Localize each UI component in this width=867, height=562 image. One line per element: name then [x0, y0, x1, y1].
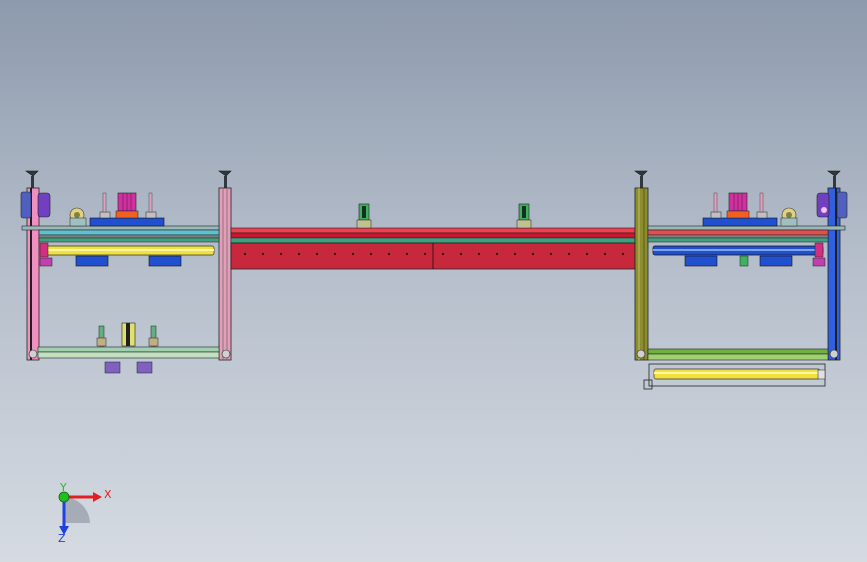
- right-blue-block-2[interactable]: [759, 255, 793, 267]
- beam-bolt-hole: [351, 252, 355, 256]
- beam-bolt-hole: [243, 252, 247, 256]
- beam-bolt-hole: [531, 252, 535, 256]
- left-carriage[interactable]: [69, 192, 165, 227]
- right-module[interactable]: [634, 170, 848, 390]
- beam-bolt-hole: [333, 252, 337, 256]
- left-lower-pad-2: [136, 361, 153, 374]
- beam-bolt-hole: [459, 252, 463, 256]
- beam-bolt-hole: [297, 252, 301, 256]
- coordinate-triad: X Y Z: [58, 481, 112, 545]
- right-inner-foot: [634, 170, 648, 188]
- center-sensor-1[interactable]: [356, 203, 372, 229]
- machine-assembly-drawing[interactable]: X Y Z: [0, 0, 867, 562]
- right-inner-post[interactable]: [634, 187, 649, 361]
- right-blue-block-1[interactable]: [684, 255, 718, 267]
- left-outer-foot: [25, 170, 39, 188]
- beam-bolt-hole: [603, 252, 607, 256]
- center-sensor-2[interactable]: [516, 203, 532, 229]
- left-lower-pad-1: [104, 361, 121, 374]
- right-carriage[interactable]: [702, 192, 798, 227]
- left-top-plate[interactable]: [21, 225, 220, 231]
- beam-bolt-hole: [513, 252, 517, 256]
- beam-bolt-hole: [585, 252, 589, 256]
- left-bottom-bar[interactable]: [37, 346, 220, 353]
- triad-y-label: Y: [59, 481, 67, 494]
- beam-bolt-hole: [405, 252, 409, 256]
- beam-bolt-hole: [621, 252, 625, 256]
- beam-bolt-hole: [423, 252, 427, 256]
- center-beam[interactable]: [230, 203, 636, 270]
- left-inner-post[interactable]: [218, 187, 232, 361]
- beam-bolt-hole: [477, 252, 481, 256]
- beam-bolt-hole: [441, 252, 445, 256]
- right-outer-foot: [827, 170, 841, 188]
- beam-bolt-hole: [549, 252, 553, 256]
- left-inner-foot: [218, 170, 232, 188]
- triad-x-label: X: [104, 488, 112, 501]
- triad-z-label: Z: [58, 532, 66, 545]
- cad-viewport[interactable]: X Y Z: [0, 0, 867, 562]
- right-bottom-bar[interactable]: [647, 348, 829, 355]
- beam-bolt-hole: [387, 252, 391, 256]
- beam-bolt-hole: [315, 252, 319, 256]
- left-blue-block-2[interactable]: [148, 255, 182, 267]
- left-lower-cylinders[interactable]: [96, 322, 159, 347]
- beam-bolt-hole: [495, 252, 499, 256]
- left-module[interactable]: [20, 170, 232, 374]
- beam-bolt-hole: [279, 252, 283, 256]
- beam-bolt-hole: [261, 252, 265, 256]
- left-blue-block-1[interactable]: [75, 255, 109, 267]
- right-lower-yellow-rail[interactable]: [643, 363, 826, 390]
- beam-bolt-hole: [567, 252, 571, 256]
- beam-bolt-hole: [369, 252, 373, 256]
